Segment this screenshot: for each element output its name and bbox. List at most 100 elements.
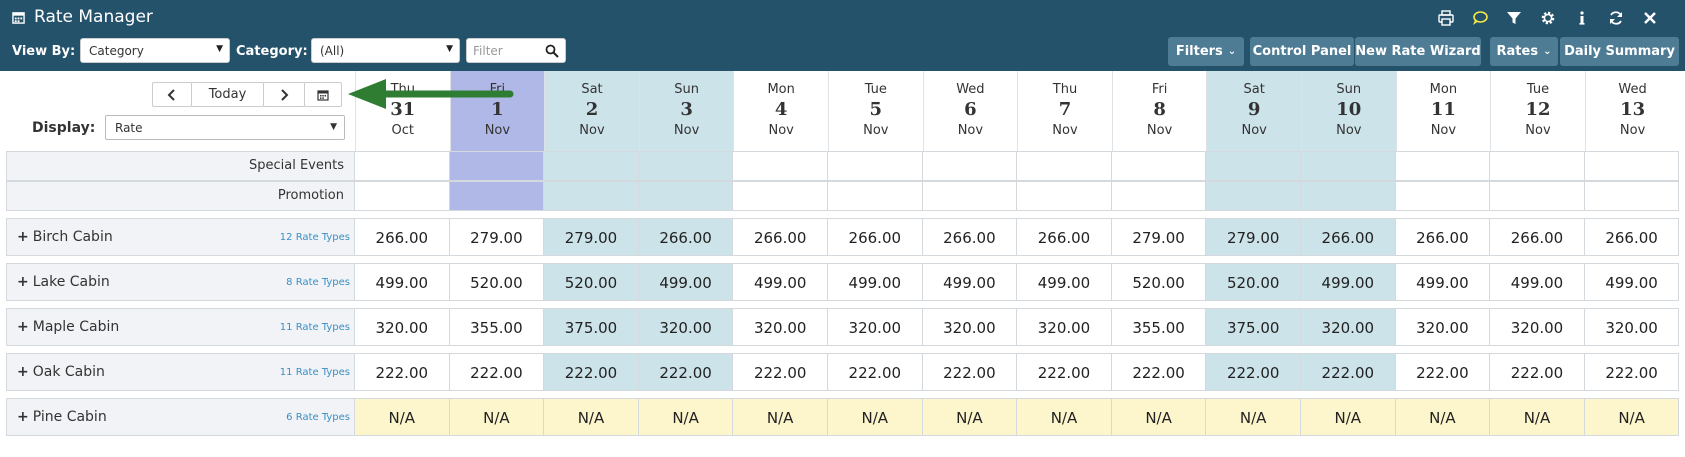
close-icon[interactable] [1633,8,1667,28]
rate-cell[interactable]: 222.00 [1301,353,1396,391]
rate-cell[interactable]: 520.00 [1111,263,1207,301]
rate-cell[interactable]: 222.00 [449,353,545,391]
cabin-name[interactable]: + Pine Cabin [17,409,107,425]
cabin-row-label[interactable]: + Lake Cabin 8 Rate Types [6,263,355,301]
cabin-row-label[interactable]: + Oak Cabin 11 Rate Types [6,353,355,391]
rate-cell[interactable]: 222.00 [922,353,1018,391]
day-header[interactable]: Fri 8 Nov [1111,71,1207,151]
rate-cell[interactable]: 266.00 [733,218,828,256]
category-select[interactable]: (All) ▼ [311,38,460,63]
event-cell[interactable] [1301,181,1396,211]
day-header[interactable]: Thu 7 Nov [1017,71,1112,151]
rate-types-link[interactable]: 11 Rate Types [280,367,350,378]
rate-cell[interactable]: 355.00 [449,308,545,346]
rate-cell[interactable]: N/A [1017,398,1112,436]
day-header[interactable]: Tue 12 Nov [1490,71,1585,151]
rate-cell[interactable]: 222.00 [1111,353,1207,391]
rate-cell[interactable]: 266.00 [355,218,450,256]
rate-cell[interactable]: 375.00 [544,308,639,346]
day-header[interactable]: Mon 11 Nov [1395,71,1491,151]
expand-icon[interactable]: + [17,364,29,380]
rate-cell[interactable]: 320.00 [1395,308,1491,346]
event-cell[interactable] [449,151,545,181]
event-cell[interactable] [1490,151,1585,181]
rate-cell[interactable]: 266.00 [828,218,923,256]
rate-cell[interactable]: N/A [1111,398,1207,436]
rate-cell[interactable]: 520.00 [449,263,545,301]
print-icon[interactable] [1429,8,1463,28]
event-cell[interactable] [1395,181,1491,211]
event-cell[interactable] [828,151,923,181]
rate-cell[interactable]: 320.00 [733,308,828,346]
event-cell[interactable] [544,181,639,211]
rate-types-link[interactable]: 8 Rate Types [286,277,350,288]
rate-cell[interactable]: 320.00 [1584,308,1680,346]
event-cell[interactable] [733,181,828,211]
rate-cell[interactable]: 499.00 [1584,263,1680,301]
event-cell[interactable] [1301,151,1396,181]
prev-button[interactable] [152,82,192,107]
event-cell[interactable] [449,181,545,211]
rate-cell[interactable]: 320.00 [638,308,734,346]
event-cell[interactable] [1017,181,1112,211]
event-cell[interactable] [1017,151,1112,181]
cabin-name[interactable]: + Birch Cabin [17,229,113,245]
rate-cell[interactable]: N/A [1490,398,1585,436]
rate-cell[interactable]: 266.00 [1490,218,1585,256]
event-cell[interactable] [922,151,1018,181]
rate-cell[interactable]: 520.00 [544,263,639,301]
rate-cell[interactable]: 222.00 [828,353,923,391]
rate-cell[interactable]: 499.00 [1395,263,1491,301]
day-header[interactable]: Sun 10 Nov [1301,71,1396,151]
event-cell[interactable] [544,151,639,181]
rate-cell[interactable]: 279.00 [1206,218,1301,256]
refresh-icon[interactable] [1599,8,1633,28]
rate-cell[interactable]: 222.00 [1490,353,1585,391]
event-cell[interactable] [1395,151,1491,181]
event-cell[interactable] [1490,181,1585,211]
rate-cell[interactable]: N/A [355,398,450,436]
rate-cell[interactable]: 320.00 [1017,308,1112,346]
rate-cell[interactable]: 222.00 [1206,353,1301,391]
rate-cell[interactable]: 320.00 [922,308,1018,346]
rate-cell[interactable]: 279.00 [1111,218,1207,256]
cabin-row-label[interactable]: + Pine Cabin 6 Rate Types [6,398,355,436]
rate-cell[interactable]: N/A [544,398,639,436]
cabin-name[interactable]: + Oak Cabin [17,364,105,380]
cabin-row-label[interactable]: + Maple Cabin 11 Rate Types [6,308,355,346]
event-cell[interactable] [1111,181,1207,211]
cabin-row-label[interactable]: + Birch Cabin 12 Rate Types [6,218,355,256]
view-by-select[interactable]: Category ▼ [80,38,230,63]
rate-cell[interactable]: N/A [1206,398,1301,436]
cabin-name[interactable]: + Lake Cabin [17,274,110,290]
rate-cell[interactable]: 320.00 [1490,308,1585,346]
rate-cell[interactable]: 499.00 [1490,263,1585,301]
new-rate-wizard-button[interactable]: New Rate Wizard [1355,37,1481,66]
day-header[interactable]: Sat 9 Nov [1206,71,1301,151]
rate-cell[interactable]: 499.00 [733,263,828,301]
event-cell[interactable] [1584,151,1680,181]
event-cell[interactable] [1584,181,1680,211]
rate-cell[interactable]: N/A [449,398,545,436]
rate-types-link[interactable]: 6 Rate Types [286,412,350,423]
info-icon[interactable] [1565,8,1599,28]
event-cell[interactable] [355,151,450,181]
event-cell[interactable] [733,151,828,181]
rate-cell[interactable]: 222.00 [544,353,639,391]
rate-cell[interactable]: N/A [828,398,923,436]
day-header[interactable]: Tue 5 Nov [828,71,923,151]
rate-cell[interactable]: 222.00 [355,353,450,391]
rate-cell[interactable]: 222.00 [1584,353,1680,391]
rate-cell[interactable]: 222.00 [733,353,828,391]
rate-cell[interactable]: 355.00 [1111,308,1207,346]
rate-cell[interactable]: 266.00 [638,218,734,256]
settings-icon[interactable] [1531,8,1565,28]
rate-cell[interactable]: 320.00 [1301,308,1396,346]
day-header[interactable]: Wed 6 Nov [922,71,1018,151]
rate-cell[interactable]: N/A [1395,398,1491,436]
rate-cell[interactable]: 499.00 [922,263,1018,301]
expand-icon[interactable]: + [17,274,29,290]
today-button[interactable]: Today [191,82,264,107]
expand-icon[interactable]: + [17,319,29,335]
day-header[interactable]: Wed 13 Nov [1584,71,1680,151]
